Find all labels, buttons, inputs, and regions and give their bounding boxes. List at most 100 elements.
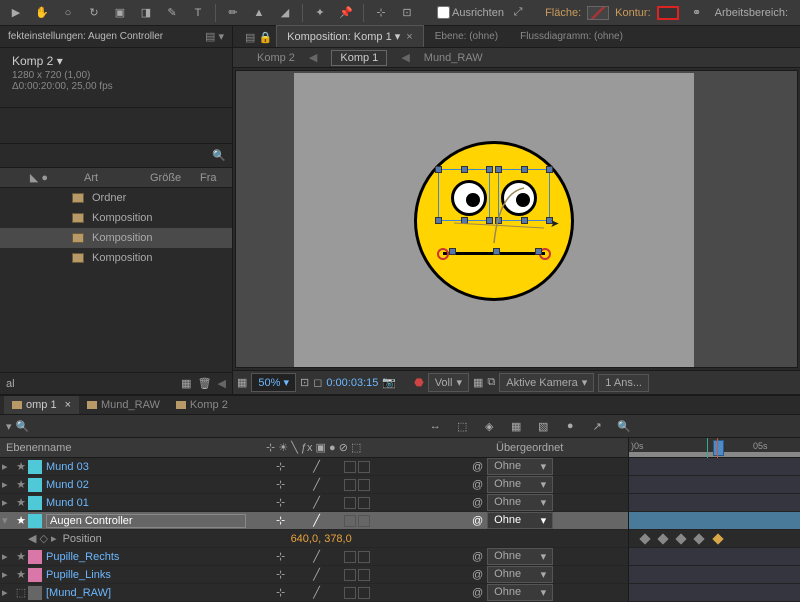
col-switches: ⊹ ☀ ╲ ƒx ▣ ● ⊘ ⬚ <box>266 441 496 454</box>
project-item[interactable]: Komposition <box>0 248 232 268</box>
breadcrumb-item[interactable]: Komp 2 <box>257 52 295 64</box>
clone-tool-icon[interactable]: ▲ <box>247 2 271 24</box>
camera-tool-icon[interactable]: ▣ <box>108 2 132 24</box>
tab-flowchart[interactable]: Flussdiagramm: (ohne) <box>509 26 634 47</box>
footer-left-text: al <box>6 378 15 390</box>
timeline-tracks[interactable]: )0s 05s <box>628 438 800 602</box>
lock-icon[interactable]: ▤ 🔒 <box>241 28 276 47</box>
breadcrumb-item[interactable]: Mund_RAW <box>424 52 483 64</box>
position-value[interactable]: 640,0, 378,0 <box>291 533 352 545</box>
search-icon[interactable]: 🔍 <box>212 149 226 162</box>
pickwhip-icon[interactable]: @ <box>472 515 483 527</box>
align-checkbox[interactable] <box>437 6 450 19</box>
quality-dropdown[interactable]: Voll▾ <box>428 373 469 392</box>
pan-tool-icon[interactable]: ◨ <box>134 2 158 24</box>
parent-dropdown[interactable]: Ohne▾ <box>487 494 553 511</box>
hand-tool-icon[interactable]: ✋ <box>30 2 54 24</box>
channel-icon[interactable]: ⬣ <box>414 376 424 389</box>
parent-dropdown[interactable]: Ohne▾ <box>487 512 553 529</box>
timeline-tab[interactable]: Komp 2 <box>168 396 236 414</box>
anchor-tool-icon[interactable]: ⊹ <box>369 2 393 24</box>
panel-menu-icon[interactable]: ▤ ▾ <box>205 30 224 43</box>
close-icon[interactable]: × <box>406 31 412 43</box>
viewport-footer: ▦ 50% ▾ ⊡ ◻ 0:00:03:15 📷 ⬣ Voll▾ ▦ ⧉ Akt… <box>233 370 800 394</box>
tl-icon[interactable]: ⬚ <box>450 415 474 437</box>
parent-dropdown[interactable]: Ohne▾ <box>487 548 553 565</box>
property-row[interactable]: ◀ ◇ ▸ Position 640,0, 378,0 <box>0 530 628 548</box>
comp-duration: Δ0:00:20:00, 25,00 fps <box>12 81 220 92</box>
tl-icon[interactable]: ↗ <box>585 415 609 437</box>
camera-dropdown[interactable]: Aktive Kamera▾ <box>499 373 594 392</box>
composition-tabs: ▤ 🔒 Komposition: Komp 1 ▾× Ebene: (ohne)… <box>233 26 800 48</box>
tl-icon[interactable]: ↔ <box>423 415 447 437</box>
parent-dropdown[interactable]: Ohne▾ <box>487 584 553 601</box>
project-item[interactable]: Komposition <box>0 228 232 248</box>
tl-icon[interactable]: ▦ <box>504 415 528 437</box>
rotate-tool-icon[interactable]: ↻ <box>82 2 106 24</box>
snapshot-icon[interactable]: 📷 <box>382 376 396 389</box>
view-icon[interactable]: ▦ <box>473 376 483 389</box>
stroke-swatch[interactable] <box>657 6 679 20</box>
layer-row[interactable]: ▸★ Pupille_Rechts ⊹╱ @Ohne▾ <box>0 548 628 566</box>
workspace-label: Arbeitsbereich: <box>715 7 788 19</box>
cursor-icon: ➤ <box>550 217 559 230</box>
tl-icon[interactable]: ◈ <box>477 415 501 437</box>
zoom-tool-icon[interactable]: ○ <box>56 2 80 24</box>
layer-row[interactable]: ▸★ Mund 01 ⊹╱ @Ohne▾ <box>0 494 628 512</box>
project-list: Ordner Komposition Komposition Kompositi… <box>0 188 232 372</box>
composition-viewport[interactable]: ➤ <box>235 70 798 368</box>
shape-tool-icon[interactable]: ⊡ <box>395 2 419 24</box>
selection-tool-icon[interactable]: ▶ <box>4 2 28 24</box>
breadcrumb: Komp 2 ◀ Komp 1 ◀ Mund_RAW <box>233 48 800 68</box>
grid-icon[interactable]: ▦ <box>237 376 247 389</box>
tl-icon[interactable]: ▧ <box>531 415 555 437</box>
parent-dropdown[interactable]: Ohne▾ <box>487 566 553 583</box>
pickwhip-icon[interactable]: @ <box>472 551 483 563</box>
pickwhip-icon[interactable]: @ <box>472 569 483 581</box>
pickwhip-icon[interactable]: @ <box>472 461 483 473</box>
eraser-tool-icon[interactable]: ◢ <box>273 2 297 24</box>
views-dropdown[interactable]: 1 Ans... <box>598 374 649 392</box>
mask-icon[interactable]: ◻ <box>313 376 322 389</box>
snap-icon[interactable]: ⤢ <box>506 2 530 24</box>
brush-tool-icon[interactable]: ✏ <box>221 2 245 24</box>
3d-icon[interactable]: ⧉ <box>487 376 495 389</box>
project-item[interactable]: Komposition <box>0 208 232 228</box>
timeline-tab[interactable]: omp 1× <box>4 396 79 414</box>
pickwhip-icon[interactable]: @ <box>472 497 483 509</box>
layer-row[interactable]: ▸★ Mund 03 ⊹╱ @Ohne▾ <box>0 458 628 476</box>
tl-icon[interactable]: ● <box>558 415 582 437</box>
text-tool-icon[interactable]: T <box>186 2 210 24</box>
breadcrumb-item[interactable]: Komp 1 <box>331 50 387 66</box>
search-icon[interactable]: 🔍 <box>16 420 30 433</box>
pickwhip-icon[interactable]: @ <box>472 587 483 599</box>
comp-title[interactable]: Komp 2 ▾ <box>12 54 220 68</box>
layer-row[interactable]: ▸★ Mund 02 ⊹╱ @Ohne▾ <box>0 476 628 494</box>
tab-layer[interactable]: Ebene: (ohne) <box>424 26 509 47</box>
fill-swatch[interactable] <box>587 6 609 20</box>
pickwhip-icon[interactable]: @ <box>472 479 483 491</box>
timeline-tab[interactable]: Mund_RAW <box>79 396 168 414</box>
link-icon[interactable]: ⚭ <box>685 2 709 24</box>
timecode-display[interactable]: 0:00:03:15 <box>326 377 378 389</box>
effect-panel-tab[interactable]: fekteinstellungen: Augen Controller <box>8 31 163 42</box>
pen-tool-icon[interactable]: ✎ <box>160 2 184 24</box>
tab-composition[interactable]: Komposition: Komp 1 ▾× <box>276 25 424 47</box>
comp-resolution: 1280 x 720 (1,00) <box>12 70 220 81</box>
project-item[interactable]: Ordner <box>0 188 232 208</box>
layer-row[interactable]: ▸★ Pupille_Links ⊹╱ @Ohne▾ <box>0 566 628 584</box>
fill-label: Fläche: <box>545 7 581 19</box>
zoom-dropdown[interactable]: 50% ▾ <box>251 373 296 392</box>
project-column-header: ◣ ● Art Größe Fra <box>0 168 232 188</box>
roto-tool-icon[interactable]: ✦ <box>308 2 332 24</box>
delete-icon[interactable]: 🗑 <box>198 377 212 390</box>
puppet-tool-icon[interactable]: 📌 <box>334 2 358 24</box>
res-icon[interactable]: ⊡ <box>300 376 309 389</box>
stroke-label: Kontur: <box>615 7 650 19</box>
parent-dropdown[interactable]: Ohne▾ <box>487 458 553 475</box>
parent-dropdown[interactable]: Ohne▾ <box>487 476 553 493</box>
bpc-icon[interactable]: ▦ <box>181 377 191 390</box>
layer-row[interactable]: ▾★ Augen Controller ⊹╱ @Ohne▾ <box>0 512 628 530</box>
layer-row[interactable]: ▸⬚ [Mund_RAW] ⊹╱ @Ohne▾ <box>0 584 628 602</box>
tl-icon[interactable]: 🔍 <box>612 415 636 437</box>
